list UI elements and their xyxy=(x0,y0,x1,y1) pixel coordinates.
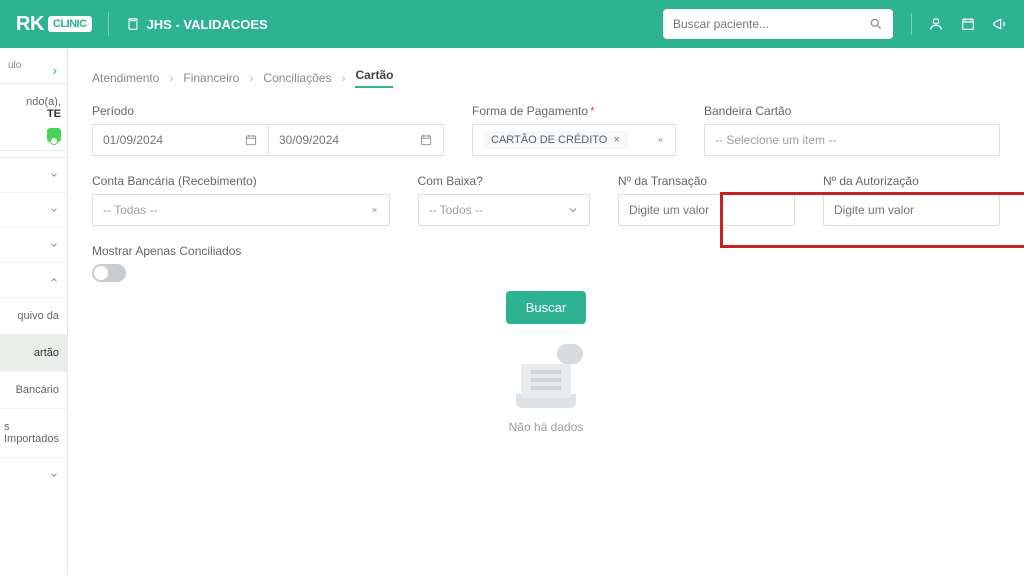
bandeira-select[interactable]: -- Selecione um item -- xyxy=(704,124,1000,156)
label-conta-bancaria: Conta Bancária (Recebimento) xyxy=(92,174,390,188)
updown-icon[interactable] xyxy=(656,133,665,147)
search-patient-input[interactable] xyxy=(673,17,869,31)
chip-remove-icon[interactable]: × xyxy=(613,134,619,146)
chevron-down-icon xyxy=(49,240,59,250)
brand-logo: RK CLINIC xyxy=(16,13,92,36)
empty-bubble-icon xyxy=(557,344,583,364)
brand-left: RK xyxy=(16,13,44,36)
date-end-value: 30/09/2024 xyxy=(279,133,339,147)
sidebar-item-4[interactable]: quivo da xyxy=(0,297,67,334)
breadcrumb-conciliacoes[interactable]: Conciliações xyxy=(263,71,331,85)
calendar-icon[interactable] xyxy=(419,133,433,147)
sidebar-item-6[interactable]: Bancário xyxy=(0,371,67,408)
chevron-down-icon xyxy=(49,170,59,180)
label-mostrar-conciliados: Mostrar Apenas Conciliados xyxy=(92,244,1000,258)
sidebar-item-1[interactable] xyxy=(0,192,67,227)
header-icons-divider xyxy=(911,13,912,35)
sidebar-item-2[interactable] xyxy=(0,227,67,262)
empty-state: Não há dados xyxy=(92,344,1000,434)
sidebar-welcome-line1: ndo(a), xyxy=(26,96,61,108)
status-dot xyxy=(47,128,61,142)
user-icon[interactable] xyxy=(928,16,944,32)
n-transacao-input[interactable] xyxy=(618,194,795,226)
sidebar-item-7[interactable]: s Importados xyxy=(0,408,67,457)
main-panel: Atendimento› Financeiro› Conciliações› C… xyxy=(68,48,1024,575)
bandeira-placeholder: -- Selecione um item -- xyxy=(715,133,836,147)
date-start-value: 01/09/2024 xyxy=(103,133,163,147)
empty-text: Não há dados xyxy=(92,420,1000,434)
label-forma-pagamento: Forma de Pagamento* xyxy=(472,104,676,118)
sidebar-item-5[interactable]: artão xyxy=(0,334,67,371)
sidebar-item-3[interactable] xyxy=(0,262,67,297)
header-divider xyxy=(108,12,109,36)
breadcrumb-atendimento[interactable]: Atendimento xyxy=(92,71,159,85)
brand-badge: CLINIC xyxy=(48,16,92,32)
n-autorizacao-field[interactable] xyxy=(834,203,989,217)
forma-pagamento-chip: CARTÃO DE CRÉDITO× xyxy=(483,131,628,149)
n-transacao-field[interactable] xyxy=(629,203,784,217)
chevron-down-icon[interactable] xyxy=(567,204,579,216)
sidebar-item-label: Bancário xyxy=(16,384,59,396)
com-baixa-select[interactable]: -- Todos -- xyxy=(418,194,590,226)
search-patient-box[interactable] xyxy=(663,9,893,39)
com-baixa-placeholder: -- Todos -- xyxy=(429,203,483,217)
mostrar-conciliados-toggle[interactable] xyxy=(92,264,126,282)
header-icons xyxy=(911,13,1008,35)
chevron-down-icon xyxy=(49,470,59,480)
date-start-input[interactable]: 01/09/2024 xyxy=(92,124,268,156)
breadcrumb-financeiro[interactable]: Financeiro xyxy=(183,71,239,85)
sidebar-welcome-line2: TE xyxy=(47,108,61,120)
chevron-up-icon xyxy=(49,275,59,285)
conta-placeholder: -- Todas -- xyxy=(103,203,157,217)
sidebar: ulo › ndo(a), TE quivo daartãoBancários … xyxy=(0,48,68,575)
clipboard-icon xyxy=(125,16,141,32)
announcement-icon[interactable] xyxy=(992,16,1008,32)
conta-bancaria-select[interactable]: -- Todas -- xyxy=(92,194,390,226)
app-header: RK CLINIC JHS - VALIDACOES xyxy=(0,0,1024,48)
label-periodo: Período xyxy=(92,104,444,118)
search-icon[interactable] xyxy=(869,17,883,31)
sidebar-collapse-toggle[interactable]: › xyxy=(52,62,57,78)
label-com-baixa: Com Baixa? xyxy=(418,174,590,188)
buscar-button[interactable]: Buscar xyxy=(506,291,586,324)
sidebar-item-8[interactable] xyxy=(0,457,67,492)
label-n-autorizacao: Nº da Autorização xyxy=(823,174,1000,188)
n-autorizacao-input[interactable] xyxy=(823,194,1000,226)
sidebar-item-label: quivo da xyxy=(17,310,59,322)
sidebar-item-label: artão xyxy=(34,347,59,359)
sidebar-item-0[interactable] xyxy=(0,157,67,192)
sidebar-welcome: ndo(a), TE xyxy=(0,84,67,124)
chevron-down-icon xyxy=(49,205,59,215)
breadcrumb: Atendimento› Financeiro› Conciliações› C… xyxy=(92,48,1000,104)
date-end-input[interactable]: 30/09/2024 xyxy=(268,124,444,156)
breadcrumb-current: Cartão xyxy=(355,68,393,88)
sidebar-item-label: s Importados xyxy=(4,421,59,445)
empty-tray-icon xyxy=(521,364,571,398)
label-n-transacao: Nº da Transação xyxy=(618,174,795,188)
updown-icon[interactable] xyxy=(370,203,379,217)
calendar-icon[interactable] xyxy=(244,133,258,147)
calendar-icon[interactable] xyxy=(960,16,976,32)
label-bandeira: Bandeira Cartão xyxy=(704,104,1000,118)
clinic-name: JHS - VALIDACOES xyxy=(147,17,268,32)
forma-pagamento-select[interactable]: CARTÃO DE CRÉDITO× xyxy=(472,124,676,156)
